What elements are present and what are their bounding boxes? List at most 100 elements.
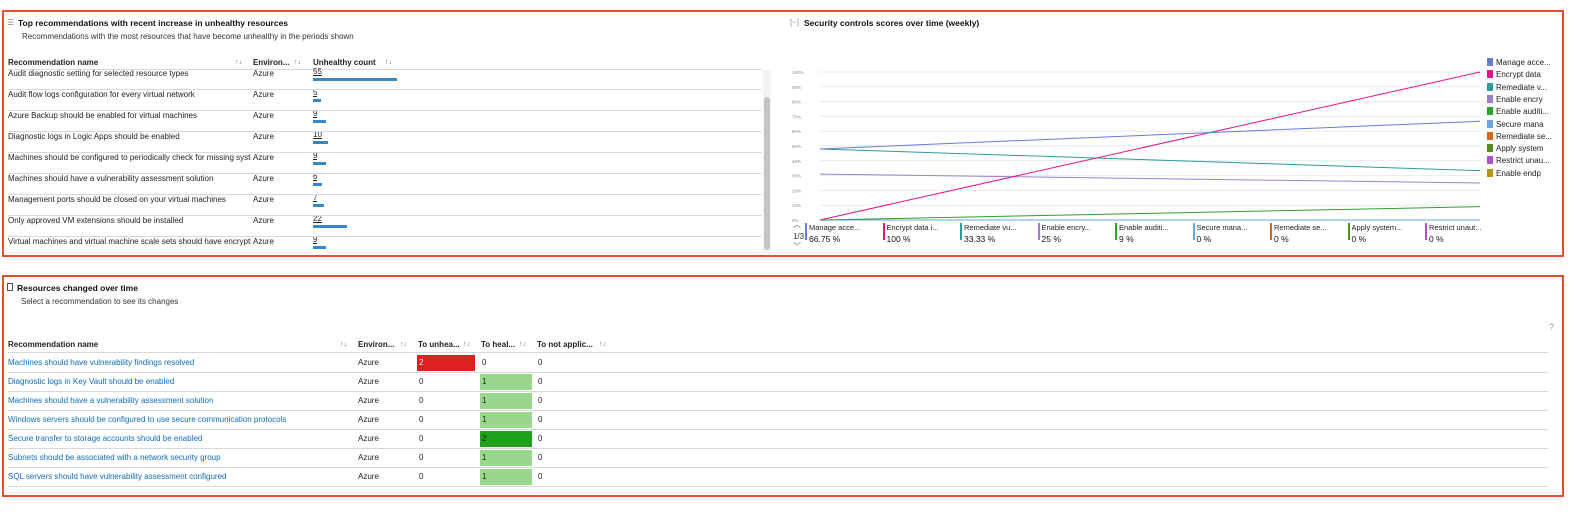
- recommendation-link[interactable]: Diagnostic logs in Key Vault should be e…: [8, 377, 174, 386]
- table-row[interactable]: SQL servers should have vulnerability as…: [8, 468, 1548, 487]
- y-tick-label: 80%: [792, 100, 801, 105]
- col-header-recommendation[interactable]: Recommendation name: [8, 58, 98, 67]
- legend-page-indicator: 1/3: [793, 232, 805, 241]
- summary-series-name[interactable]: Remediate se...: [1274, 223, 1342, 232]
- info-icon[interactable]: ?: [1549, 322, 1554, 332]
- table-row[interactable]: Machines should have a vulnerability ass…: [8, 172, 762, 195]
- col-header-environment[interactable]: Environ...: [253, 58, 289, 67]
- sort-icon[interactable]: ↑↓: [235, 59, 242, 66]
- y-tick-label: 100%: [792, 70, 804, 75]
- scrollbar-thumb[interactable]: [764, 97, 770, 250]
- chart-title: Security controls scores over time (week…: [804, 18, 980, 28]
- row-divider: [8, 173, 762, 174]
- sort-icon[interactable]: ↑↓: [294, 59, 301, 66]
- recommendation-link[interactable]: Machines should have vulnerability findi…: [8, 358, 194, 367]
- recommendation-name: Azure Backup should be enabled for virtu…: [8, 111, 197, 120]
- summary-color-bar: [882, 223, 885, 240]
- table-row[interactable]: Virtual machines and virtual machine sca…: [8, 235, 762, 258]
- table-row[interactable]: Audit flow logs configuration for every …: [8, 88, 762, 111]
- summary-series-name[interactable]: Enable encry...: [1042, 223, 1110, 232]
- col-header-environment[interactable]: Environ...: [358, 340, 394, 349]
- to-not-applicable-cell: 0: [538, 434, 543, 443]
- legend-label[interactable]: Remediate se...: [1496, 132, 1552, 141]
- recommendation-name: Diagnostic logs in Logic Apps should be …: [8, 132, 180, 141]
- table-row[interactable]: Machines should have vulnerability findi…: [8, 354, 1548, 373]
- recommendation-link[interactable]: Subnets should be associated with a netw…: [8, 453, 221, 462]
- menu-icon: ☰: [7, 18, 15, 27]
- summary-series-value: 100 %: [886, 234, 911, 244]
- table-row[interactable]: Machines should have a vulnerability ass…: [8, 392, 1548, 411]
- table-row[interactable]: Diagnostic logs in Key Vault should be e…: [8, 373, 1548, 392]
- summary-series-value: 0 %: [1274, 234, 1289, 244]
- table-row[interactable]: Machines should be configured to periodi…: [8, 151, 762, 174]
- legend-label[interactable]: Remediate v...: [1496, 83, 1547, 92]
- col-header-to-unhealthy[interactable]: To unhea...: [418, 340, 460, 349]
- recommendation-link[interactable]: Machines should have a vulnerability ass…: [8, 396, 213, 405]
- sort-icon[interactable]: ↑↓: [385, 59, 392, 66]
- sort-icon[interactable]: ↑↓: [599, 341, 606, 348]
- summary-series-name[interactable]: Encrypt data i...: [887, 223, 955, 232]
- unhealthy-count-bar: [313, 141, 329, 144]
- sort-icon[interactable]: ↑↓: [519, 341, 526, 348]
- environment-cell: Azure: [253, 111, 274, 120]
- table-row[interactable]: Only approved VM extensions should be in…: [8, 214, 762, 237]
- table-row[interactable]: Secure transfer to storage accounts shou…: [8, 430, 1548, 449]
- legend-label[interactable]: Enable endp: [1496, 169, 1541, 178]
- environment-cell: Azure: [358, 358, 379, 367]
- legend-swatch: [1487, 82, 1493, 91]
- col-header-to-healthy[interactable]: To heal...: [481, 340, 515, 349]
- legend-prev-icon[interactable]: ︿: [793, 219, 801, 230]
- to-healthy-cell: 1: [480, 393, 532, 409]
- to-healthy-cell: 0: [482, 358, 487, 367]
- to-healthy-cell: 1: [480, 374, 532, 390]
- legend-label[interactable]: Enable encry: [1496, 95, 1543, 104]
- summary-series-name[interactable]: Enable auditi...: [1119, 223, 1187, 232]
- col-header-to-not-applicable[interactable]: To not applic...: [537, 340, 593, 349]
- to-unhealthy-cell: 0: [419, 453, 424, 462]
- environment-cell: Azure: [358, 453, 379, 462]
- table-row[interactable]: Azure Backup should be enabled for virtu…: [8, 109, 762, 132]
- legend-label[interactable]: Apply system: [1496, 144, 1544, 153]
- summary-color-bar: [805, 223, 807, 240]
- panel-title: Top recommendations with recent increase…: [18, 18, 289, 28]
- col-header-unhealthy-count[interactable]: Unhealthy count: [313, 58, 376, 67]
- environment-cell: Azure: [358, 472, 379, 481]
- environment-cell: Azure: [253, 90, 274, 99]
- legend-label[interactable]: Enable auditi...: [1496, 107, 1549, 116]
- to-not-applicable-cell: 0: [538, 453, 543, 462]
- summary-series-name[interactable]: Manage acce...: [809, 223, 877, 232]
- environment-cell: Azure: [253, 195, 274, 204]
- sort-icon[interactable]: ↑↓: [340, 341, 347, 348]
- row-divider: [8, 194, 762, 195]
- panel-subtitle: Select a recommendation to see its chang…: [21, 297, 179, 306]
- legend-label[interactable]: Restrict unau...: [1496, 156, 1550, 165]
- environment-cell: Azure: [253, 153, 274, 162]
- legend-next-icon[interactable]: ﹀: [793, 241, 801, 252]
- col-header-recommendation[interactable]: Recommendation name: [8, 340, 98, 349]
- legend-swatch: [1487, 119, 1493, 128]
- legend-label[interactable]: Encrypt data: [1496, 70, 1541, 79]
- environment-cell: Azure: [253, 237, 274, 246]
- recommendation-link[interactable]: Secure transfer to storage accounts shou…: [8, 434, 202, 443]
- recommendation-link[interactable]: SQL servers should have vulnerability as…: [8, 472, 226, 481]
- table-row[interactable]: Diagnostic logs in Logic Apps should be …: [8, 130, 762, 153]
- summary-series-value: 0 %: [1351, 234, 1367, 244]
- legend-swatch: [1487, 107, 1493, 116]
- summary-series-name[interactable]: Remediate vu...: [964, 223, 1032, 232]
- sort-icon[interactable]: ↑↓: [463, 341, 470, 348]
- legend-label[interactable]: Manage acce...: [1496, 58, 1551, 67]
- summary-color-bar: [960, 223, 962, 240]
- table-row[interactable]: Windows servers should be configured to …: [8, 411, 1548, 430]
- unhealthy-count-bar: [313, 162, 327, 165]
- table-row[interactable]: Audit diagnostic setting for selected re…: [8, 67, 762, 90]
- recommendation-link[interactable]: Windows servers should be configured to …: [8, 415, 286, 424]
- table-row[interactable]: Management ports should be closed on you…: [8, 193, 762, 216]
- summary-series-name[interactable]: Restrict unaut...: [1429, 223, 1497, 232]
- summary-series-name[interactable]: Secure mana...: [1197, 223, 1265, 232]
- summary-series-name[interactable]: Apply system...: [1352, 223, 1420, 232]
- table-row[interactable]: Subnets should be associated with a netw…: [8, 449, 1548, 468]
- summary-series-value: 0 %: [1429, 234, 1444, 244]
- sort-icon[interactable]: ↑↓: [400, 341, 407, 348]
- to-unhealthy-cell: 0: [419, 396, 424, 405]
- legend-label[interactable]: Secure mana: [1496, 120, 1544, 129]
